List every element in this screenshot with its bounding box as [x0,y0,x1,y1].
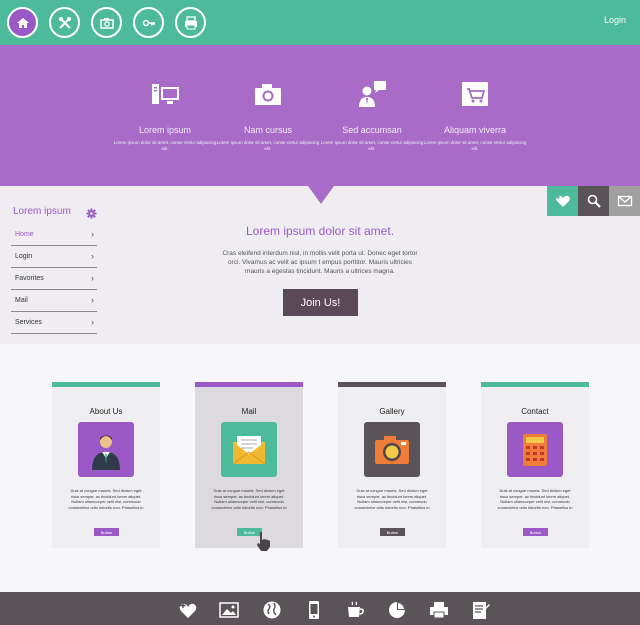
card-desc: Duis at congue mauris. Sed dictum eget r… [211,488,287,510]
globe-icon[interactable] [262,600,282,620]
sidebar-item-label: Favorites [15,275,44,282]
card-title: Mail [241,407,257,416]
sidebar-item-label: Services [15,319,42,326]
feature-desc: Lorem ipsum dolor sit amet, conse-ctetur… [320,140,424,151]
heart-plus-icon[interactable] [547,186,578,216]
card-button[interactable]: Button [94,528,119,536]
chevron-right-icon: › [91,295,94,305]
heart-plus-icon[interactable] [178,600,198,620]
sidebar-item-label: Login [15,253,33,260]
person-icon [78,422,134,477]
feature-item[interactable]: Sed accumsan Lorem ipsum dolor sit amet,… [317,75,427,152]
photo-icon[interactable] [219,600,239,620]
feature-desc: Lorem ipsum dolor sit amet, conse-ctetur… [423,140,527,151]
sidebar-item-favorites[interactable]: Favorites › [11,268,97,290]
cup-icon[interactable] [345,600,365,620]
feature-item[interactable]: Aliquam viverra Lorem ipsum dolor sit am… [420,75,530,152]
printer-icon[interactable] [175,7,206,38]
sidebar-title: Lorem ipsum [13,206,71,217]
chevron-right-icon: › [91,273,94,283]
camera-icon [364,422,420,477]
phone-icon[interactable] [304,600,324,620]
card-desc: Duis at congue mauris. Sed dictum eget r… [68,488,144,510]
tools-icon[interactable] [49,7,80,38]
home-icon[interactable] [7,7,38,38]
feature-desc: Lorem ipsum dolor sit amet, conse-ctetur… [113,140,217,151]
calculator-icon [507,422,563,477]
feature-desc: Lorem ipsum dolor sit amet, conse-ctetur… [216,140,320,151]
gear-icon[interactable] [86,206,97,219]
support-icon [317,75,427,109]
hand-cursor-icon [253,530,275,552]
printer-icon[interactable] [429,600,449,620]
card-gallery[interactable]: Gallery Duis at congue mauris. Sed dictu… [338,382,446,548]
computer-icon [110,75,220,109]
card-about-us[interactable]: About Us Duis at congue mauris. Sed dict… [52,382,160,548]
card-title: Gallery [379,407,405,416]
feature-title: Aliquam viverra [443,125,507,135]
cards-section: About Us Duis at congue mauris. Sed dict… [0,344,640,592]
sidebar-item-label: Mail [15,297,28,304]
footer-bar [0,592,640,625]
card-mail[interactable]: Mail Duis at congue mauris. Sed dictum e… [195,382,303,548]
document-icon[interactable] [471,600,491,620]
main-title: Lorem ipsum dolor sit amet. [245,224,395,238]
card-button[interactable]: Button [523,528,548,536]
card-top-bar [52,382,160,387]
card-desc: Duis at congue mauris. Sed dictum eget r… [354,488,430,510]
feature-title: Sed accumsan [342,125,402,135]
card-title: Contact [521,407,549,416]
card-contact[interactable]: Contact Duis at congue mauris. Sed dictu… [481,382,589,548]
toolbar [547,186,640,216]
sidebar-item-label: Home [15,231,34,238]
camera-icon [213,75,323,109]
feature-title: Nam cursus [243,125,292,135]
card-top-bar [195,382,303,387]
pie-icon[interactable] [387,600,407,620]
main-text: Cras eleifend interdum nisl, in mollis v… [222,250,418,275]
envelope-icon [221,422,277,477]
card-top-bar [481,382,589,387]
sidebar-item-services[interactable]: Services › [11,312,97,334]
login-link[interactable]: Login [604,15,626,25]
chevron-right-icon: › [91,229,94,239]
mail-icon[interactable] [609,186,640,216]
join-us-button[interactable]: Join Us! [283,289,358,316]
cart-icon [420,75,530,109]
card-button[interactable]: Button [380,528,405,536]
search-icon[interactable] [578,186,609,216]
chevron-right-icon: › [91,317,94,327]
camera-icon[interactable] [91,7,122,38]
card-title: About Us [89,407,123,416]
sidebar-menu: Home › Login › Favorites › Mail › Services › [11,224,97,334]
feature-item[interactable]: Nam cursus Lorem ipsum dolor sit amet, c… [213,75,323,152]
key-icon[interactable] [133,7,164,38]
sidebar-item-mail[interactable]: Mail › [11,290,97,312]
chevron-right-icon: › [91,251,94,261]
feature-item[interactable]: Lorem ipsum Lorem ipsum dolor sit amet, … [110,75,220,152]
top-nav-bar: Login [0,0,640,45]
main-section: Lorem ipsum Home › Login › Favorites › Mail… [0,186,640,344]
card-desc: Duis at congue mauris. Sed dictum eget r… [497,488,573,510]
feature-title: Lorem ipsum [138,125,192,135]
sidebar-item-login[interactable]: Login › [11,246,97,268]
hero-features: Lorem ipsum Lorem ipsum dolor sit amet, … [0,45,640,186]
sidebar-item-home[interactable]: Home › [11,224,97,246]
card-top-bar [338,382,446,387]
hero-pointer [308,186,334,204]
